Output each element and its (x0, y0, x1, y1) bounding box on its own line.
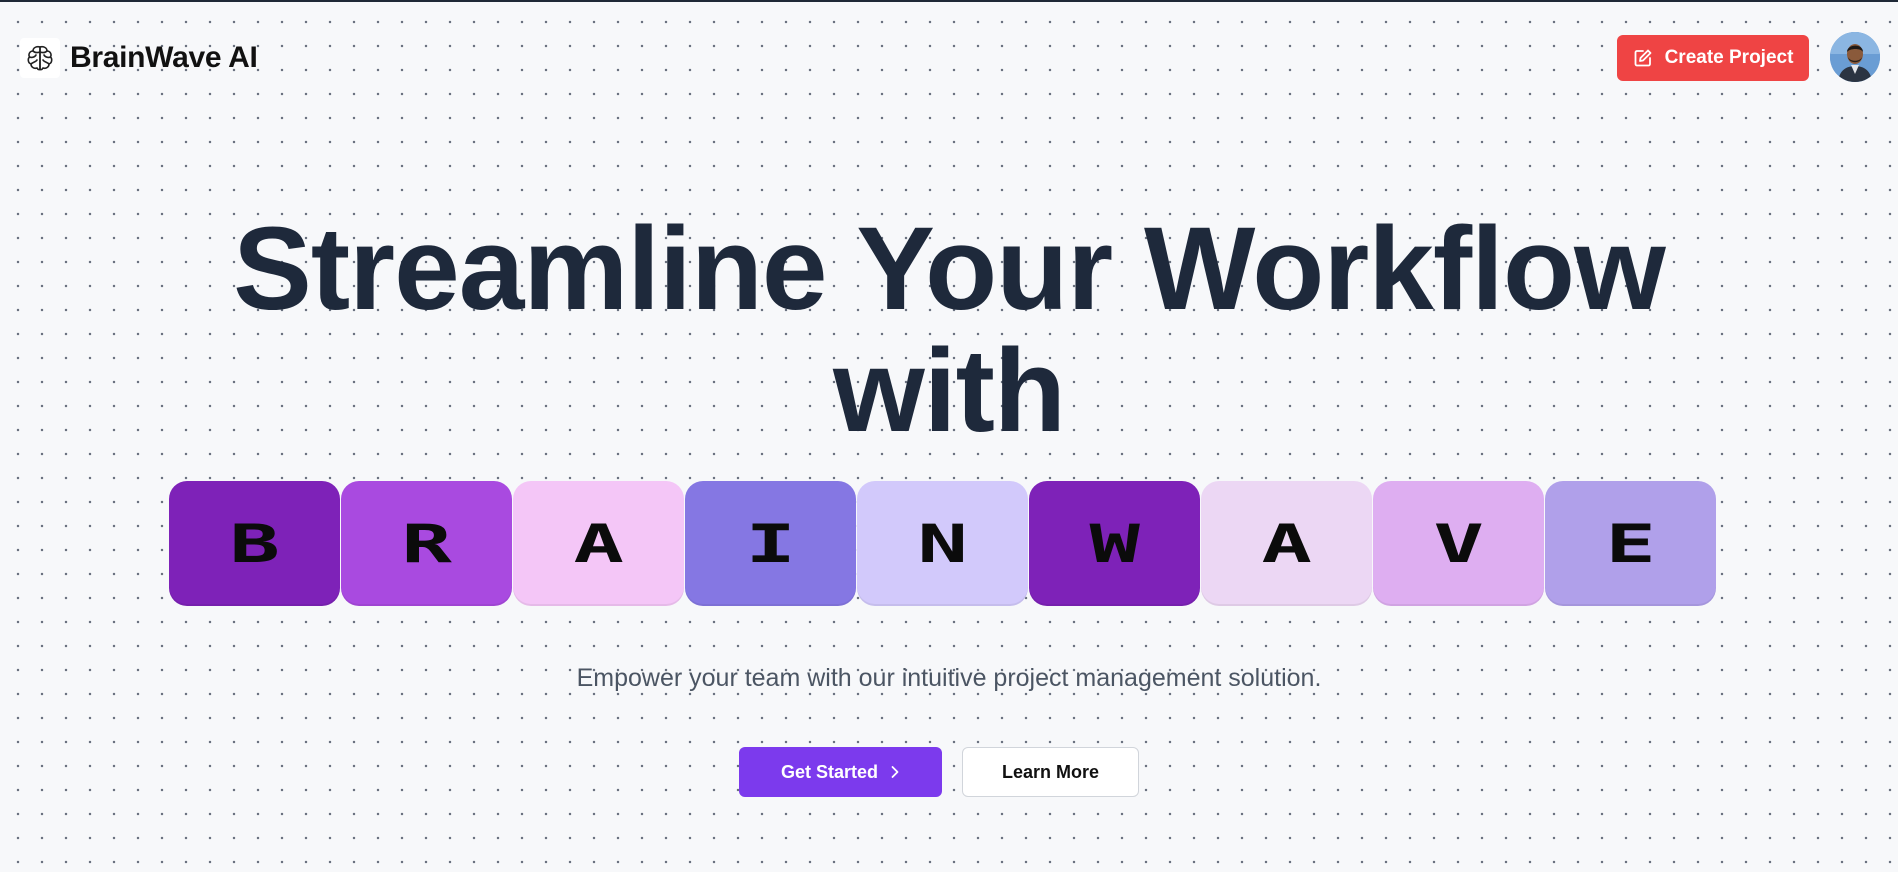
top-border (0, 0, 1898, 2)
tile-letter: B (229, 512, 280, 575)
hero-title: Streamline Your Workflow with (0, 208, 1898, 452)
tile-letter: V (1433, 512, 1484, 575)
brand-name: BrainWave AI (70, 41, 258, 74)
learn-more-label: Learn More (1001, 761, 1100, 782)
brand-logo[interactable]: BrainWave AI (20, 38, 258, 78)
hero-title-line-1: Streamline Your Workflow (233, 203, 1666, 335)
get-started-label: Get Started (780, 761, 879, 782)
letter-tile-r: R (341, 481, 512, 606)
tile-letter: I (745, 512, 796, 575)
letter-tile-i: I (685, 481, 856, 606)
letter-tile-b: B (169, 481, 340, 606)
brain-icon (20, 38, 60, 78)
letter-tile-a: A (513, 481, 684, 606)
tile-letter: R (401, 512, 452, 575)
get-started-button[interactable]: Get Started (739, 747, 942, 797)
tile-letter: A (573, 512, 624, 575)
letter-tile-e: E (1545, 481, 1716, 606)
hero-actions: Get Started Learn More (739, 747, 1139, 797)
brainwave-letter-tiles: B R A I N W A V E (169, 481, 1716, 606)
letter-tile-n: N (857, 481, 1028, 606)
create-project-button[interactable]: Create Project (1617, 35, 1809, 81)
tile-letter: N (917, 512, 968, 575)
tile-letter: A (1261, 512, 1312, 575)
user-avatar[interactable] (1830, 32, 1880, 82)
letter-tile-v: V (1373, 481, 1544, 606)
create-project-label: Create Project (1664, 47, 1794, 68)
hero-title-line-2: with (833, 325, 1066, 457)
hero-subtitle: Empower your team with our intuitive pro… (576, 664, 1322, 692)
tile-letter: E (1605, 512, 1656, 575)
letter-tile-a-2: A (1201, 481, 1372, 606)
edit-icon (1633, 48, 1653, 68)
learn-more-button[interactable]: Learn More (962, 747, 1139, 797)
chevron-right-icon (890, 765, 900, 779)
letter-tile-w: W (1029, 481, 1200, 606)
tile-letter: W (1089, 512, 1140, 575)
